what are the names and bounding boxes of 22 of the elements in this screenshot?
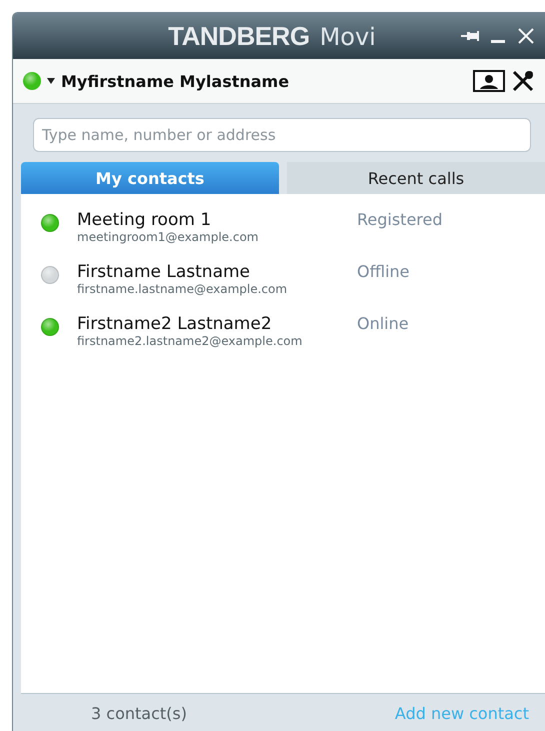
status-dot[interactable] xyxy=(23,72,41,90)
search-field[interactable]: Type name, number or address xyxy=(33,118,531,152)
user-name: Myfirstname Mylastname xyxy=(61,72,290,90)
contact-address: firstname2.lastname2@example.com xyxy=(77,334,304,348)
contact-card-icon[interactable] xyxy=(473,70,505,92)
contact-address: meetingroom1@example.com xyxy=(77,230,260,244)
contact-name[interactable]: Firstname2 Lastname2 xyxy=(77,314,357,334)
contact-count: 3 contact(s) xyxy=(91,704,187,722)
pin-icon[interactable] xyxy=(461,30,479,42)
contact-name[interactable]: Meeting room 1 xyxy=(77,210,357,230)
tools-icon[interactable] xyxy=(511,69,535,93)
caret-icon[interactable] xyxy=(47,78,55,84)
product-title: Movi xyxy=(320,22,376,50)
tab[interactable]: Recent calls xyxy=(287,162,545,194)
brand-title: TANDBERG xyxy=(168,20,310,52)
close-icon[interactable] xyxy=(517,27,535,45)
contact-status: Offline xyxy=(357,262,410,281)
minimize-icon[interactable] xyxy=(491,40,505,42)
contact-status: Registered xyxy=(357,210,443,229)
contact-status: Online xyxy=(357,314,409,333)
contact-address: firstname.lastname@example.com xyxy=(77,282,288,296)
contact-name[interactable]: Firstname Lastname xyxy=(77,262,357,282)
